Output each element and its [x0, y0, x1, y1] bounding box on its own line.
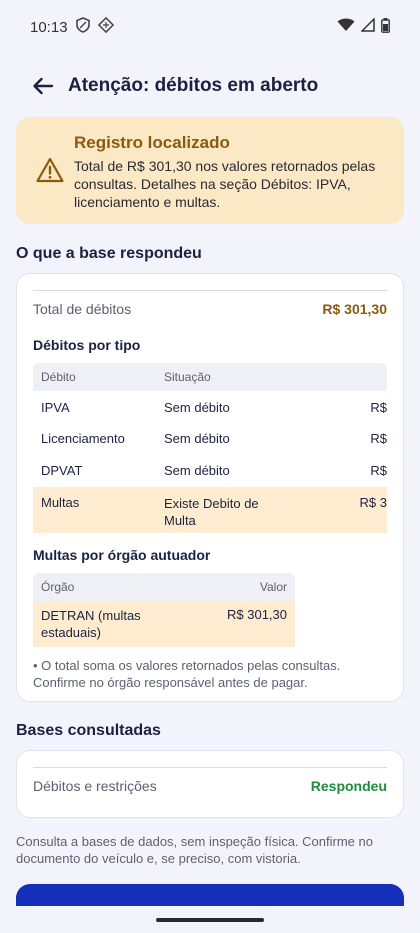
- cell-debito: Licenciamento: [41, 431, 125, 446]
- cell-debito: IPVA: [41, 400, 70, 415]
- header-orgao: Órgão: [41, 579, 75, 594]
- total-row: Total de débitos R$ 301,30: [17, 291, 403, 327]
- header-debito: Débito: [41, 370, 76, 384]
- wifi-icon: [337, 18, 355, 36]
- cell-situacao: Existe Debito de Multa: [164, 496, 259, 528]
- alert-text: Total de R$ 301,30 nos valores retornado…: [74, 158, 376, 210]
- app-bar: Atenção: débitos em aberto: [0, 62, 420, 110]
- diamond-icon: [97, 16, 114, 37]
- status-time: 10:13: [30, 18, 68, 36]
- table-row-highlighted: Multas Existe Debito de Multa R$ 3: [33, 487, 387, 533]
- shield-icon: [75, 17, 90, 37]
- warning-icon: [36, 157, 64, 188]
- section-title-response: O que a base respondeu: [16, 245, 202, 262]
- cell-orgao: DETRAN (multas estaduais): [41, 608, 141, 640]
- table-row: Licenciamento Sem débito R$: [33, 423, 387, 455]
- types-table-header: Débito Situação: [33, 363, 387, 391]
- types-title: Débitos por tipo: [33, 337, 141, 353]
- types-table: Débito Situação IPVA Sem débito R$ Licen…: [33, 363, 387, 533]
- gesture-handle[interactable]: [156, 918, 264, 922]
- alert-title: Registro localizado: [74, 133, 230, 152]
- arrow-left-icon: [33, 77, 54, 95]
- cell-valor: R$ 301,30: [227, 607, 287, 622]
- back-button[interactable]: [28, 71, 58, 101]
- source-row: Débitos e restrições Respondeu: [17, 768, 403, 804]
- status-bar: 10:13: [0, 0, 420, 54]
- table-row-highlighted: DETRAN (multas estaduais) R$ 301,30: [33, 601, 295, 647]
- cell-valor: R$: [370, 463, 387, 478]
- source-status: Respondeu: [310, 778, 387, 794]
- section-title-sources: Bases consultadas: [16, 722, 161, 739]
- cell-valor: R$ 3: [359, 495, 387, 510]
- warning-alert: Registro localizado Total de R$ 301,30 n…: [16, 117, 404, 224]
- total-label: Total de débitos: [33, 301, 132, 317]
- response-note: • O total soma os valores retornados pel…: [33, 658, 341, 690]
- table-row: IPVA Sem débito R$: [33, 391, 387, 423]
- cell-debito: DPVAT: [41, 463, 83, 478]
- table-row: DPVAT Sem débito R$: [33, 455, 387, 487]
- cell-valor: R$: [370, 400, 387, 415]
- footer-disclaimer: Consulta a bases de dados, sem inspeção …: [16, 834, 373, 866]
- cell-situacao: Sem débito: [164, 463, 230, 478]
- fines-title: Multas por órgão autuador: [33, 547, 211, 563]
- response-card: Total de débitos R$ 301,30 Débitos por t…: [16, 273, 404, 702]
- source-label: Débitos e restrições: [33, 778, 157, 794]
- cell-situacao: Sem débito: [164, 431, 230, 446]
- battery-icon: [381, 17, 390, 37]
- page-title: Atenção: débitos em aberto: [68, 75, 319, 96]
- signal-icon: [360, 17, 375, 36]
- cell-debito: Multas: [41, 495, 80, 510]
- cell-valor: R$: [370, 431, 387, 446]
- header-situacao: Situação: [164, 370, 211, 384]
- fines-table: Órgão Valor DETRAN (multas estaduais) R$…: [33, 573, 295, 647]
- header-valor: Valor: [259, 580, 287, 594]
- cell-situacao: Sem débito: [164, 400, 230, 415]
- sources-card: Débitos e restrições Respondeu: [16, 750, 404, 818]
- fines-table-header: Órgão Valor: [33, 573, 295, 601]
- total-value: R$ 301,30: [322, 301, 387, 317]
